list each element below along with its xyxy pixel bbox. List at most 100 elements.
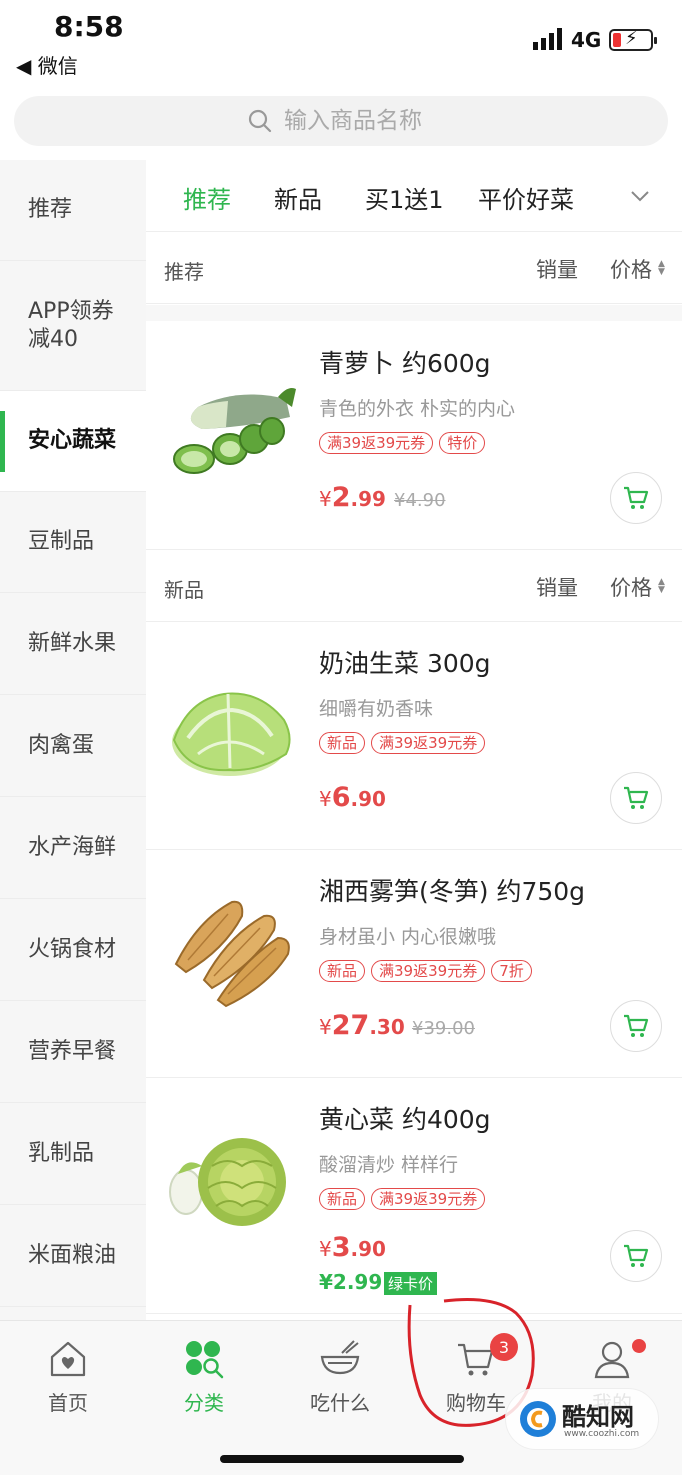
- sidebar-item-grain-oil[interactable]: 米面粮油: [0, 1206, 146, 1307]
- product-description: 细嚼有奶香味: [319, 698, 434, 720]
- sub-tabs: 推荐 新品 买1送1 平价好菜: [146, 160, 682, 232]
- product-card[interactable]: 黄心菜 约400g 酸溜清炒 样样行 新品 满39返39元券 ¥3.90 ¥2.…: [146, 1078, 682, 1314]
- product-description: 身材虽小 内心很嫩哦: [319, 926, 497, 948]
- sort-by-price-button[interactable]: 价格: [610, 572, 652, 602]
- nav-label: 吃什么: [310, 1391, 370, 1415]
- nav-category[interactable]: 分类: [136, 1321, 272, 1431]
- sort-arrows-icon: ▲ ▼: [658, 259, 665, 277]
- yellow-cabbage-image: [169, 1138, 286, 1226]
- user-icon: [594, 1341, 630, 1379]
- sidebar-item-recommend[interactable]: 推荐: [0, 160, 146, 261]
- divider: [146, 305, 682, 321]
- sort-by-price-button[interactable]: 价格: [610, 254, 652, 284]
- nav-what-to-eat[interactable]: 吃什么: [272, 1321, 408, 1431]
- coupon-tag: 满39返39元券: [371, 960, 486, 982]
- sidebar-item-label: APP领券减40: [28, 298, 114, 352]
- product-tags: 新品 满39返39元券: [319, 732, 486, 754]
- watermark-url: www.coozhi.com: [564, 1429, 640, 1439]
- sidebar-item-tofu[interactable]: 豆制品: [0, 492, 146, 593]
- new-tag: 新品: [319, 960, 366, 982]
- member-price-badge: 绿卡价: [384, 1272, 438, 1295]
- status-time: 8:58: [54, 10, 124, 43]
- cart-icon: [624, 786, 649, 809]
- special-price-tag: 特价: [439, 432, 486, 454]
- sidebar-item-meat-egg[interactable]: 肉禽蛋: [0, 696, 146, 797]
- product-name: 青萝卜 约600g: [319, 349, 491, 378]
- coupon-tag: 满39返39元券: [371, 1188, 486, 1210]
- discount-tag: 7折: [491, 960, 532, 982]
- product-card[interactable]: 奶油生菜 300g 细嚼有奶香味 新品 满39返39元券 ¥6.90: [146, 622, 682, 850]
- search-input[interactable]: [284, 106, 584, 136]
- battery-icon: ⚡: [609, 28, 657, 51]
- search-box[interactable]: [14, 96, 668, 146]
- product-tags: 新品 满39返39元券 7折: [319, 960, 532, 982]
- product-tags: 新品 满39返39元券: [319, 1188, 486, 1210]
- original-price: ¥4.90: [394, 490, 446, 511]
- product-list-panel: 推荐 新品 买1送1 平价好菜 推荐 销量 价格 ▲ ▼ 青萝卜 约600g 青色…: [146, 160, 682, 1320]
- product-price: ¥27.30: [319, 1010, 405, 1041]
- original-price: ¥39.00: [412, 1018, 475, 1039]
- signal-icon: [533, 28, 562, 50]
- sidebar-item-fruit[interactable]: 新鲜水果: [0, 594, 146, 695]
- product-price: ¥3.90: [319, 1232, 386, 1263]
- sidebar-item-seafood[interactable]: 水产海鲜: [0, 798, 146, 899]
- coozhi-logo-icon: [520, 1401, 556, 1437]
- new-tag: 新品: [319, 732, 366, 754]
- product-card[interactable]: 湘西雾笋(冬笋) 约750g 身材虽小 内心很嫩哦 新品 满39返39元券 7折…: [146, 850, 682, 1078]
- product-price: ¥6.90: [319, 782, 386, 813]
- sidebar-item-app-coupon[interactable]: APP领券减40: [0, 261, 146, 391]
- sidebar-item-breakfast[interactable]: 营养早餐: [0, 1002, 146, 1103]
- cart-icon: [624, 1244, 649, 1267]
- green-radish-image: [173, 388, 296, 474]
- category-icon: [186, 1341, 224, 1379]
- butter-lettuce-image: [172, 692, 291, 776]
- product-name: 奶油生菜 300g: [319, 649, 491, 678]
- add-to-cart-button[interactable]: [610, 1230, 662, 1282]
- member-price: ¥2.99: [319, 1270, 383, 1294]
- product-tags: 满39返39元券 特价: [319, 432, 486, 454]
- section-header-new: 新品 销量 价格 ▲ ▼: [146, 550, 682, 622]
- new-tag: 新品: [319, 1188, 366, 1210]
- bowl-icon: [320, 1340, 360, 1375]
- watermark-logo: 酷知网 www.coozhi.com: [505, 1388, 659, 1450]
- nav-label: 分类: [184, 1391, 224, 1415]
- bamboo-shoot-image: [174, 900, 290, 1008]
- section-header-recommend: 推荐 销量 价格 ▲ ▼: [146, 232, 682, 304]
- sort-arrows-icon: ▲ ▼: [658, 577, 665, 595]
- section-title: 新品: [164, 578, 204, 602]
- network-type: 4G: [571, 28, 602, 52]
- product-price: ¥2.99: [319, 482, 386, 513]
- product-description: 酸溜清炒 样样行: [319, 1154, 459, 1176]
- tab-recommend[interactable]: 推荐: [183, 180, 231, 215]
- sort-by-sales-button[interactable]: 销量: [536, 572, 578, 602]
- back-to-wechat-link[interactable]: ◀ 微信: [16, 50, 78, 79]
- home-icon: [50, 1341, 86, 1377]
- sort-by-sales-button[interactable]: 销量: [536, 254, 578, 284]
- add-to-cart-button[interactable]: [610, 772, 662, 824]
- product-name: 黄心菜 约400g: [319, 1105, 491, 1134]
- coupon-tag: 满39返39元券: [371, 732, 486, 754]
- section-title: 推荐: [164, 260, 204, 284]
- nav-label: 首页: [48, 1391, 88, 1415]
- add-to-cart-button[interactable]: [610, 472, 662, 524]
- cart-icon: [624, 1014, 649, 1037]
- sidebar-item-vegetables[interactable]: 安心蔬菜: [0, 391, 146, 492]
- add-to-cart-button[interactable]: [610, 1000, 662, 1052]
- product-description: 青色的外衣 朴实的内心: [319, 398, 516, 420]
- product-name: 湘西雾笋(冬笋) 约750g: [319, 877, 586, 906]
- tab-new[interactable]: 新品: [274, 180, 322, 215]
- product-card[interactable]: 青萝卜 约600g 青色的外衣 朴实的内心 满39返39元券 特价 ¥2.99 …: [146, 322, 682, 550]
- nav-home[interactable]: 首页: [0, 1321, 136, 1431]
- cart-icon: [624, 486, 649, 509]
- chevron-down-icon[interactable]: [628, 184, 652, 208]
- category-sidebar: 推荐 APP领券减40 安心蔬菜 豆制品 新鲜水果 肉禽蛋 水产海鲜 火锅食材 …: [0, 160, 146, 1320]
- tab-buy-one-get-one[interactable]: 买1送1: [365, 180, 444, 215]
- sidebar-item-dairy[interactable]: 乳制品: [0, 1104, 146, 1205]
- coupon-tag: 满39返39元券: [319, 432, 434, 454]
- watermark-name: 酷知网: [562, 1403, 634, 1431]
- status-bar: 8:58 ◀ 微信 4G ⚡: [0, 0, 682, 90]
- tab-affordable[interactable]: 平价好菜: [478, 180, 574, 215]
- sidebar-item-hotpot[interactable]: 火锅食材: [0, 900, 146, 1001]
- home-indicator: [220, 1455, 464, 1463]
- search-icon: [248, 109, 272, 133]
